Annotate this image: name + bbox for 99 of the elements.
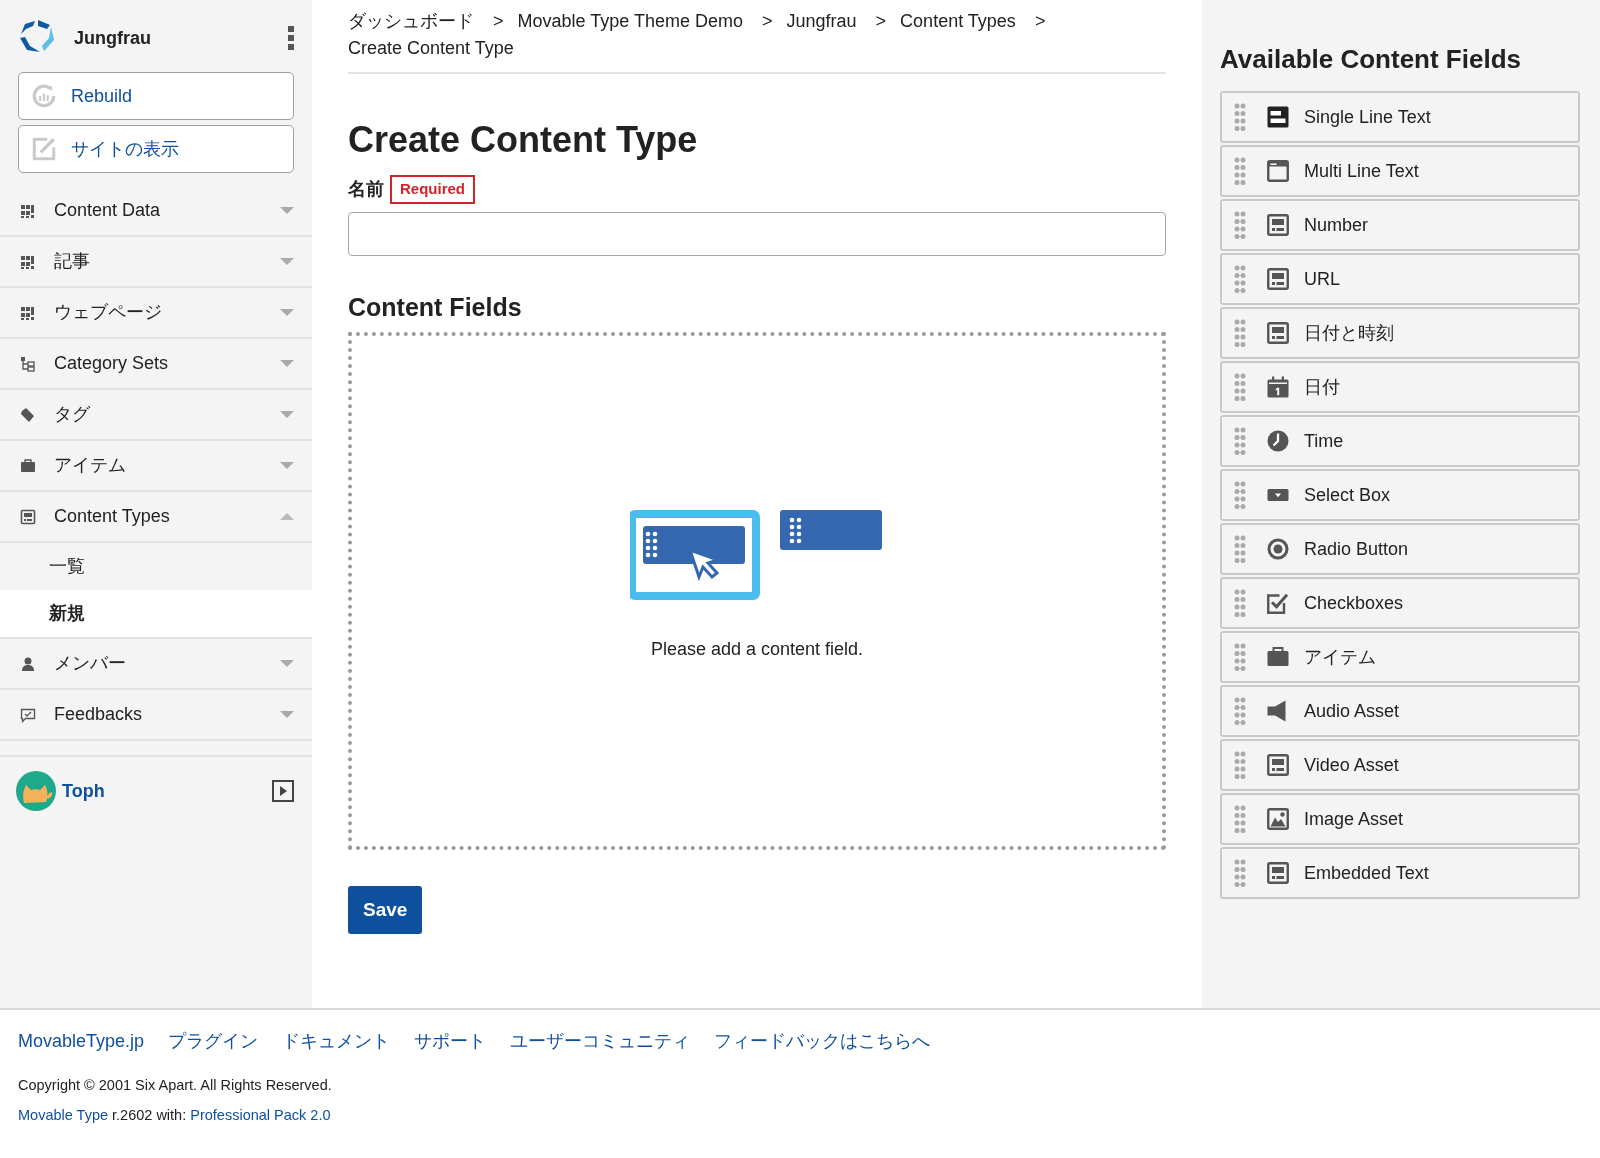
breadcrumb-link[interactable]: Content Types — [900, 8, 1016, 35]
nav-item[interactable]: 記事 — [0, 237, 312, 288]
form-icon — [1266, 321, 1290, 345]
sidebar-button[interactable]: Rebuild — [18, 72, 294, 120]
pack-link[interactable]: Professional Pack 2.0 — [190, 1106, 331, 1123]
grid-icon — [20, 202, 36, 219]
breadcrumb-link[interactable]: Movable Type Theme Demo — [517, 8, 743, 35]
play-icon — [272, 780, 294, 802]
grid-icon — [20, 304, 36, 321]
radio-icon — [1266, 537, 1290, 561]
nav-item[interactable]: Content Types — [0, 492, 312, 543]
nav-item[interactable]: Feedbacks — [0, 690, 312, 741]
comment-icon — [20, 706, 36, 723]
empty-message: Please add a content field. — [650, 638, 864, 662]
drag-handle-icon[interactable] — [1234, 157, 1246, 185]
drag-handle-icon[interactable] — [1234, 535, 1246, 563]
content-field-item[interactable]: Audio Asset — [1220, 685, 1580, 737]
drag-handle-icon[interactable] — [1234, 859, 1246, 887]
nav-item[interactable]: アイテム — [0, 441, 312, 492]
calendar-icon — [1266, 375, 1290, 399]
content-field-item[interactable]: Select Box — [1220, 469, 1580, 521]
copyright-text: Copyright © 2001 Six Apart. All Rights Reserved. — [18, 1076, 333, 1095]
form-icon — [1266, 213, 1290, 237]
nav-item[interactable]: ウェブページ — [0, 288, 312, 339]
image-icon — [1266, 807, 1290, 831]
refresh-icon — [31, 83, 57, 109]
panel-title: Available Content Fields — [1220, 43, 1522, 76]
breadcrumb-separator: > — [1034, 11, 1046, 31]
briefcase-icon — [1266, 645, 1290, 669]
form-icon — [20, 508, 36, 525]
content-field-item[interactable]: アイテム — [1220, 631, 1580, 683]
drag-handle-icon[interactable] — [1234, 211, 1246, 239]
content-field-item[interactable]: Multi Line Text — [1220, 145, 1580, 197]
avatar-icon — [16, 771, 56, 811]
footer-link[interactable]: プラグイン — [168, 1028, 259, 1055]
drag-handle-icon[interactable] — [1234, 265, 1246, 293]
single-line-text-icon — [1266, 105, 1290, 129]
drag-handle-icon[interactable] — [1234, 643, 1246, 671]
grid-icon — [20, 253, 36, 270]
save-button[interactable]: Save — [348, 885, 423, 935]
sidebar-button[interactable]: サイトの表示 — [18, 125, 294, 173]
content-field-item[interactable]: Checkboxes — [1220, 577, 1580, 629]
content-field-item[interactable]: Embedded Text — [1220, 847, 1580, 899]
footer-link[interactable]: ドキュメント — [282, 1028, 391, 1055]
content-field-item[interactable]: Number — [1220, 199, 1580, 251]
form-icon — [1266, 861, 1290, 885]
required-label: Required — [390, 175, 475, 204]
page-title: Create Content Type — [348, 118, 699, 162]
nav-item[interactable]: Category Sets — [0, 339, 312, 390]
content-field-item[interactable]: Image Asset — [1220, 793, 1580, 845]
section-heading: Content Fields — [348, 291, 523, 322]
breadcrumb-separator: > — [762, 11, 773, 31]
footer-link[interactable]: ユーザーコミュニティ — [510, 1028, 691, 1055]
content-field-item[interactable]: URL — [1220, 253, 1580, 305]
tag-icon — [20, 406, 36, 423]
name-input-field[interactable] — [348, 211, 1166, 256]
person-icon — [20, 655, 36, 672]
breadcrumb-link[interactable]: Create Content Type — [348, 35, 514, 62]
product-link[interactable]: Movable Type — [18, 1106, 108, 1123]
field-label: 名前 — [348, 177, 384, 201]
drag-handle-icon[interactable] — [1234, 103, 1246, 131]
site-name[interactable]: Jungfrau — [74, 24, 288, 52]
footer-link[interactable]: フィードバックはこちらへ — [714, 1028, 931, 1055]
checkbox-icon — [1266, 591, 1290, 615]
content-field-item[interactable]: 日付と時刻 — [1220, 307, 1580, 359]
drag-handle-icon[interactable] — [1234, 319, 1246, 347]
content-field-item[interactable]: Single Line Text — [1220, 91, 1580, 143]
form-icon — [1266, 753, 1290, 777]
nav-item[interactable]: メンバー — [0, 639, 312, 690]
more-menu-icon[interactable] — [288, 26, 294, 50]
tree-icon — [20, 355, 36, 372]
drag-handle-icon[interactable] — [1234, 427, 1246, 455]
drag-handle-icon[interactable] — [1234, 805, 1246, 833]
version-text: r.2602 with: — [112, 1106, 187, 1123]
breadcrumb-link[interactable]: ダッシュボード — [348, 8, 474, 35]
form-icon — [1266, 267, 1290, 291]
drag-handle-icon[interactable] — [1234, 589, 1246, 617]
nav-subitem[interactable]: 新規 — [0, 590, 312, 637]
footer-link[interactable]: MovableType.jp — [18, 1028, 145, 1055]
nav-subitem[interactable]: 一覧 — [0, 543, 312, 590]
content-field-item[interactable]: 日付 — [1220, 361, 1580, 413]
breadcrumb-separator: > — [875, 11, 887, 31]
content-field-item[interactable]: Video Asset — [1220, 739, 1580, 791]
drag-handle-icon[interactable] — [1234, 751, 1246, 779]
drag-handle-icon[interactable] — [1234, 697, 1246, 725]
drag-handle-icon[interactable] — [1234, 481, 1246, 509]
window-icon — [1266, 159, 1290, 183]
user-name[interactable]: Toph — [62, 777, 272, 805]
clock-icon — [1266, 429, 1290, 453]
content-field-item[interactable]: Time — [1220, 415, 1580, 467]
nav-item[interactable]: タグ — [0, 390, 312, 441]
drag-handle-icon[interactable] — [1234, 373, 1246, 401]
briefcase-icon — [20, 457, 36, 474]
content-field-item[interactable]: Radio Button — [1220, 523, 1580, 575]
nav-item[interactable]: Content Data — [0, 186, 312, 237]
edit-icon — [31, 136, 57, 162]
breadcrumb-link[interactable]: Jungfrau — [786, 8, 857, 35]
breadcrumb-separator: > — [493, 11, 504, 31]
footer-link[interactable]: サポート — [414, 1028, 487, 1055]
